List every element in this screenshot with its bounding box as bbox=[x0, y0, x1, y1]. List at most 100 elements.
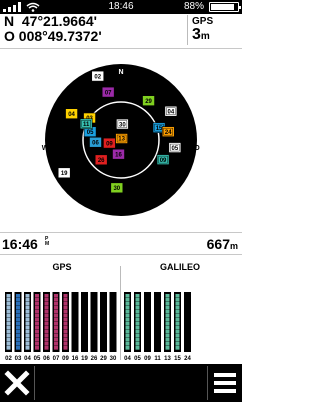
satellite-marker: 04 bbox=[65, 108, 78, 120]
gps-accuracy-unit: m bbox=[200, 31, 210, 42]
signal-bar: 15 bbox=[174, 292, 181, 362]
divider bbox=[187, 15, 188, 45]
signal-bar-label: 07 bbox=[53, 356, 60, 362]
signal-bar: 30 bbox=[109, 292, 117, 362]
battery-icon bbox=[209, 2, 241, 12]
satellite-marker: 06 bbox=[89, 136, 102, 148]
signal-bar: 04 bbox=[124, 292, 131, 362]
signal-bar: 05 bbox=[134, 292, 141, 362]
satellite-marker: 30 bbox=[116, 118, 129, 130]
divider bbox=[0, 232, 242, 233]
signal-bar: 09 bbox=[62, 292, 69, 362]
signal-bar: 16 bbox=[71, 292, 79, 362]
signal-bar: 06 bbox=[43, 292, 50, 362]
signal-bar: 29 bbox=[100, 292, 107, 362]
menu-icon[interactable] bbox=[208, 364, 242, 402]
satellite-id: 26 bbox=[98, 158, 105, 164]
satellite-id: 09 bbox=[160, 158, 167, 164]
time-value: 16:46 bbox=[2, 236, 38, 252]
signal-bar-label: 05 bbox=[34, 356, 41, 362]
satellite-id: 07 bbox=[105, 90, 112, 96]
signal-bar: 09 bbox=[144, 292, 151, 362]
satellite-marker: 05 bbox=[168, 142, 182, 153]
signal-bar: 04 bbox=[24, 292, 31, 362]
signal-bar-label: 19 bbox=[81, 356, 88, 362]
satellite-id: 09 bbox=[106, 141, 113, 147]
signal-bar: 26 bbox=[90, 292, 98, 362]
satellite-marker: 26 bbox=[94, 154, 108, 166]
signal-strength-bars: 02 03 04 05 06 07 09 16 19 26 29 30 04 05 09 11 13 15 24 bbox=[5, 292, 191, 362]
signal-bar-label: 04 bbox=[124, 356, 131, 362]
satellite-marker: 24 bbox=[161, 126, 175, 137]
elevation-unit: m bbox=[229, 241, 238, 251]
compass-north: N bbox=[118, 69, 123, 76]
galileo-label: GALILEO bbox=[160, 262, 200, 272]
signal-bar-label: 30 bbox=[110, 356, 117, 362]
signal-bar-label: 15 bbox=[174, 356, 181, 362]
satellite-id: 05 bbox=[172, 146, 179, 152]
satellite-id: 19 bbox=[61, 171, 68, 177]
satellite-skyview: N S W O 02030405060709161926293004050911… bbox=[42, 64, 200, 226]
gps-accuracy-value: 3 bbox=[192, 26, 201, 43]
satellite-id: 04 bbox=[68, 112, 75, 118]
satellite-id: 29 bbox=[145, 99, 152, 105]
status-time: 18:46 bbox=[108, 1, 134, 12]
gps-accuracy: GPS 3m bbox=[192, 16, 213, 45]
divider bbox=[34, 366, 35, 400]
satellite-id: 11 bbox=[83, 122, 90, 128]
signal-bar-label: 26 bbox=[91, 356, 98, 362]
satellite-marker: 30 bbox=[110, 182, 124, 194]
satellite-id: 16 bbox=[115, 152, 122, 158]
signal-bar: 11 bbox=[154, 292, 161, 362]
satellite-id: 30 bbox=[113, 186, 120, 192]
satellite-marker: 11 bbox=[79, 118, 93, 130]
satellite-marker: 07 bbox=[101, 86, 115, 98]
signal-bar: 19 bbox=[81, 292, 88, 362]
signal-bar: 03 bbox=[14, 292, 22, 362]
satellite-marker: 09 bbox=[156, 154, 170, 165]
close-icon[interactable] bbox=[0, 364, 34, 402]
signal-bar-label: 05 bbox=[134, 356, 141, 362]
signal-bar: 02 bbox=[5, 292, 12, 362]
satellite-id: 04 bbox=[168, 109, 175, 115]
satellite-id: 02 bbox=[94, 74, 101, 80]
signal-bar: 05 bbox=[33, 292, 41, 362]
longitude: O 008°49.7372' bbox=[4, 28, 102, 44]
elevation-value: 667 bbox=[206, 236, 230, 252]
time-readout: 16:46 PM bbox=[2, 236, 49, 252]
status-bar: 18:46 88% bbox=[0, 0, 242, 14]
signal-bar-label: 04 bbox=[24, 356, 31, 362]
time-suffix: PM bbox=[45, 237, 49, 247]
satellite-id: 05 bbox=[87, 130, 94, 136]
elevation-readout: 667m bbox=[207, 236, 238, 252]
satellite-marker: 13 bbox=[115, 133, 128, 144]
satellite-marker: 04 bbox=[164, 105, 178, 117]
satellite-id: 30 bbox=[119, 122, 126, 128]
satellite-id: 15 bbox=[156, 126, 163, 132]
satellite-marker: 19 bbox=[57, 167, 71, 179]
battery-percent: 88% bbox=[183, 1, 204, 12]
time-suffix-char: M bbox=[45, 241, 50, 247]
divider bbox=[0, 254, 242, 255]
satellite-marker: 29 bbox=[142, 95, 155, 106]
satellite-id: 24 bbox=[165, 130, 172, 136]
signal-bar-label: 09 bbox=[62, 356, 69, 362]
signal-bar-label: 02 bbox=[5, 356, 12, 362]
compass-south: S bbox=[119, 219, 124, 226]
signal-bar-label: 24 bbox=[184, 356, 191, 362]
signal-bar-label: 09 bbox=[144, 356, 151, 362]
signal-bar-label: 16 bbox=[72, 356, 79, 362]
compass-west: W bbox=[42, 145, 49, 152]
signal-bar-label: 03 bbox=[15, 356, 22, 362]
signal-bar-label: 11 bbox=[154, 356, 161, 362]
divider bbox=[0, 48, 242, 49]
satellite-marker: 16 bbox=[112, 148, 125, 160]
signal-bar-label: 06 bbox=[43, 356, 50, 362]
satellite-id: 06 bbox=[92, 140, 99, 146]
signal-bar: 13 bbox=[164, 292, 171, 362]
signal-bar: 24 bbox=[184, 292, 191, 362]
gps-label: GPS bbox=[52, 262, 72, 272]
satellite-id: 13 bbox=[118, 137, 125, 143]
bottom-toolbar bbox=[0, 364, 242, 402]
signal-bar-label: 29 bbox=[100, 356, 107, 362]
